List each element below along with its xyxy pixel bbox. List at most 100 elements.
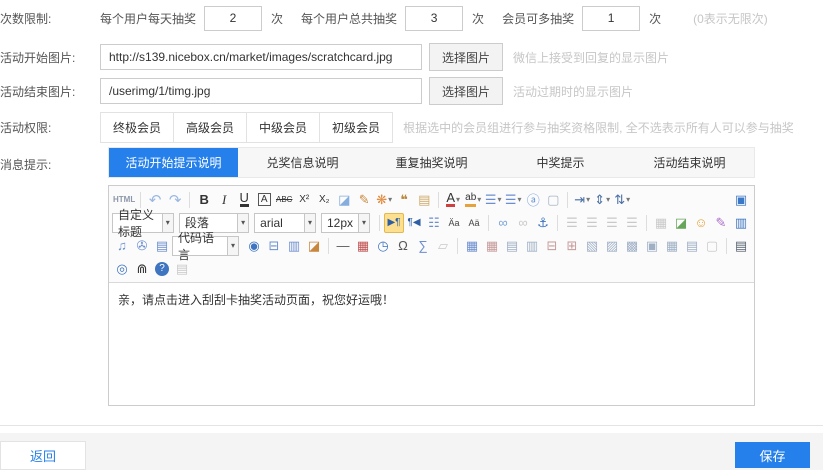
message-tab[interactable]: 重复抽奖说明 xyxy=(367,148,496,177)
permission-option-button[interactable]: 初级会员 xyxy=(320,112,393,143)
end-image-row: 活动结束图片: 选择图片 活动过期时的显示图片 xyxy=(0,77,823,105)
blank-doc-icon[interactable]: ▢ xyxy=(543,190,563,210)
subscript-icon[interactable]: X₂ xyxy=(314,190,334,210)
chevron-down-icon: ▾ xyxy=(518,195,522,204)
style-select[interactable]: 自定义标题▾ xyxy=(112,213,174,233)
superscript-icon[interactable]: X² xyxy=(294,190,314,210)
message-tab[interactable]: 活动结束说明 xyxy=(625,148,754,177)
redo-icon[interactable]: ↷ xyxy=(165,190,185,210)
attachment-icon[interactable]: ✇ xyxy=(132,236,152,256)
snapshot-icon[interactable]: ◪ xyxy=(304,236,324,256)
image-icon[interactable]: ▦ xyxy=(651,213,671,233)
chart-icon[interactable]: ▱ xyxy=(433,236,453,256)
dir-ltr-icon[interactable]: ▶¶ xyxy=(384,213,404,233)
indent-icon[interactable]: ⇥▾ xyxy=(572,190,592,210)
split-cols-icon[interactable]: ▣ xyxy=(642,236,662,256)
columns-icon[interactable]: ▥ xyxy=(284,236,304,256)
case-upper-icon[interactable]: Äa xyxy=(444,213,464,233)
message-tab[interactable]: 活动开始提示说明 xyxy=(109,148,238,177)
limit-field-input[interactable] xyxy=(204,6,262,31)
align-right-icon[interactable]: ☰ xyxy=(602,213,622,233)
merge-cells-icon[interactable]: ▧ xyxy=(582,236,602,256)
eraser-icon[interactable]: ◪ xyxy=(334,190,354,210)
align-left-icon[interactable]: ☰ xyxy=(562,213,582,233)
paragraph-format-icon[interactable]: ☷ xyxy=(424,213,444,233)
limit-field: 会员可多抽奖次 xyxy=(502,6,661,31)
insert-image-icon[interactable]: ◪ xyxy=(671,213,691,233)
start-image-pick-button[interactable]: 选择图片 xyxy=(429,43,503,71)
format-painter-icon[interactable]: ✎ xyxy=(354,190,374,210)
doc-icon[interactable]: ▢ xyxy=(702,236,722,256)
case-lower-icon[interactable]: Aä xyxy=(464,213,484,233)
anchor-icon[interactable]: ⚓ xyxy=(533,213,553,233)
auto-typeset-icon[interactable]: ❋▾ xyxy=(374,190,394,210)
date-icon[interactable]: ▦ xyxy=(353,236,373,256)
bordered-text-icon[interactable]: A xyxy=(254,190,274,210)
anchor-inline-icon[interactable]: ⓐ xyxy=(523,190,543,210)
insert-video-icon[interactable]: ▥ xyxy=(731,213,751,233)
end-image-label: 活动结束图片: xyxy=(0,83,100,100)
limit-field-input[interactable] xyxy=(582,6,640,31)
message-tab[interactable]: 兑奖信息说明 xyxy=(238,148,367,177)
end-image-input[interactable] xyxy=(100,78,422,104)
delete-table-icon[interactable]: ▦ xyxy=(482,236,502,256)
blockquote-icon[interactable]: ❝ xyxy=(394,190,414,210)
link-icon[interactable]: ∞ xyxy=(493,213,513,233)
delete-row-icon[interactable]: ⊟ xyxy=(542,236,562,256)
help-icon[interactable]: ? xyxy=(152,259,172,279)
code-language-select[interactable]: 代码语言▾ xyxy=(172,236,239,256)
font-family-select[interactable]: arial▾ xyxy=(254,213,316,233)
style-select-value: 自定义标题 xyxy=(118,206,158,240)
start-image-input[interactable] xyxy=(100,44,422,70)
permission-option-button[interactable]: 中级会员 xyxy=(247,112,320,143)
table-sort-icon[interactable]: ▤ xyxy=(682,236,702,256)
insert-col-icon[interactable]: ▥ xyxy=(522,236,542,256)
split-cell-icon[interactable]: ▨ xyxy=(602,236,622,256)
editor-content[interactable]: 亲，请点击进入刮刮卡抽奖活动页面，祝您好运哦！ xyxy=(109,283,754,405)
italic-icon[interactable]: I xyxy=(214,190,234,210)
pagebreak-icon[interactable]: ⊟ xyxy=(264,236,284,256)
limit-field-input[interactable] xyxy=(405,6,463,31)
insert-row-icon[interactable]: ▤ xyxy=(502,236,522,256)
save-button[interactable]: 保存 xyxy=(735,442,810,468)
align-center-icon[interactable]: ☰ xyxy=(582,213,602,233)
special-char-icon[interactable]: Ω xyxy=(393,236,413,256)
limit-field-label: 每个用户每天抽奖 xyxy=(100,10,196,27)
permission-option-button[interactable]: 终极会员 xyxy=(100,112,174,143)
preview-icon[interactable]: ◎ xyxy=(112,259,132,279)
map-icon[interactable]: ◉ xyxy=(244,236,264,256)
unordered-list-icon[interactable]: ☰▾ xyxy=(503,190,523,210)
split-rows-icon[interactable]: ▩ xyxy=(622,236,642,256)
horizontal-rule-icon[interactable]: — xyxy=(333,236,353,256)
font-size-select[interactable]: 12px▾ xyxy=(321,213,370,233)
formula-icon[interactable]: ∑ xyxy=(413,236,433,256)
emoticon-icon[interactable]: ☺ xyxy=(691,213,711,233)
delete-col-icon[interactable]: ⊞ xyxy=(562,236,582,256)
scrawl-icon[interactable]: ✎ xyxy=(711,213,731,233)
template-icon[interactable]: ▤ xyxy=(152,236,172,256)
line-spacing-icon[interactable]: ⇅▾ xyxy=(612,190,632,210)
permission-option-button[interactable]: 高级会员 xyxy=(174,112,247,143)
end-image-pick-button[interactable]: 选择图片 xyxy=(429,77,503,105)
highlight-color-icon[interactable]: ab▾ xyxy=(463,190,483,210)
fullscreen-icon[interactable]: ▣ xyxy=(731,190,751,210)
find-replace-icon[interactable]: ⋒ xyxy=(132,259,152,279)
insert-table-icon[interactable]: ▦ xyxy=(462,236,482,256)
paragraph-spacing-icon[interactable]: ⇕▾ xyxy=(592,190,612,210)
font-color-icon[interactable]: A▾ xyxy=(443,190,463,210)
message-tab[interactable]: 中奖提示 xyxy=(496,148,625,177)
print-icon[interactable]: ▤ xyxy=(731,236,751,256)
paste-as-text-icon[interactable]: ▤ xyxy=(414,190,434,210)
dir-rtl-icon[interactable]: ¶◀ xyxy=(404,213,424,233)
bold-icon[interactable]: B xyxy=(194,190,214,210)
ordered-list-icon[interactable]: ☰▾ xyxy=(483,190,503,210)
paste-icon[interactable]: ▤ xyxy=(172,259,192,279)
table-header-icon[interactable]: ▦ xyxy=(662,236,682,256)
align-justify-icon[interactable]: ☰ xyxy=(622,213,642,233)
strikethrough-icon[interactable]: ABC xyxy=(274,190,294,210)
music-icon[interactable]: ♫ xyxy=(112,236,132,256)
back-button[interactable]: 返回 xyxy=(0,441,86,470)
unlink-icon[interactable]: ∞ xyxy=(513,213,533,233)
underline-icon[interactable]: U xyxy=(234,190,254,210)
time-icon[interactable]: ◷ xyxy=(373,236,393,256)
